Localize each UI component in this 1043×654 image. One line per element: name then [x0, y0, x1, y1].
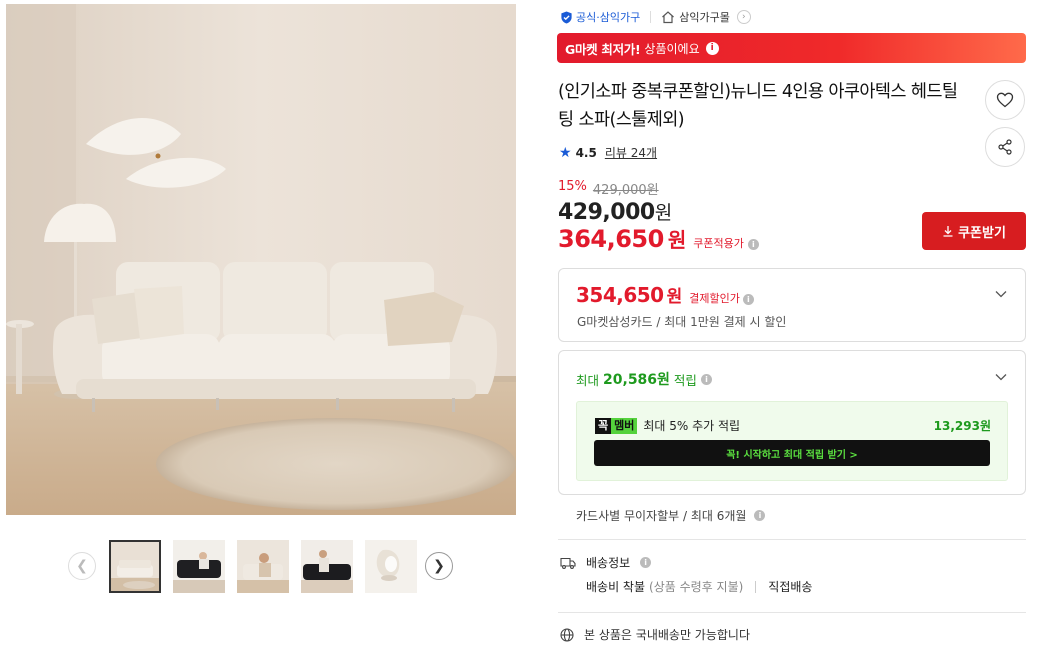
- official-seller-link[interactable]: 공식·삼익가구: [560, 9, 640, 25]
- promo-bold: G마켓 최저가!: [565, 41, 641, 57]
- info-icon[interactable]: i: [700, 373, 712, 385]
- thumbnail-person-sitting[interactable]: [237, 540, 289, 593]
- member-points-box: 꼭 멤버 최대 5% 추가 적립 13,293원 꼭! 시작하고 최대 적립 받기…: [576, 401, 1008, 481]
- global-shipping-notice: 본 상품은 국내배송만 가능합니다: [560, 626, 750, 643]
- wishlist-button[interactable]: [985, 80, 1025, 120]
- payment-discount-box[interactable]: 354,650 원 결제할인가 i G마켓삼성카드 / 최대 1만원 결제 시 …: [558, 268, 1026, 342]
- points-amount: 20,586원: [603, 372, 670, 388]
- review-count-link[interactable]: 리뷰 24개: [605, 144, 657, 161]
- thumbnail-next-button[interactable]: ❯: [425, 552, 453, 580]
- info-icon[interactable]: i: [754, 510, 766, 521]
- shield-check-icon: [561, 10, 572, 24]
- truck-icon: [560, 557, 576, 569]
- store-link[interactable]: 삼익가구몰 ›: [661, 9, 751, 25]
- sale-price-unit: 원: [654, 202, 672, 224]
- thumbnail-person-dark[interactable]: [301, 540, 353, 593]
- store-label: 삼익가구몰: [679, 11, 730, 24]
- thumbnail-fabric-water[interactable]: [365, 540, 417, 593]
- thumbnail-prev-button[interactable]: ❮: [68, 552, 96, 580]
- divider: [558, 612, 1026, 613]
- points-box: 최대 20,586원 적립 i 꼭 멤버 최대 5% 추가 적립 13,293원 …: [558, 350, 1026, 495]
- original-price: 429,000원: [592, 183, 659, 198]
- thumbnail-sofa-dark-person[interactable]: [173, 540, 225, 593]
- divider: [650, 11, 652, 23]
- thumbnail-image: [109, 540, 161, 593]
- info-icon[interactable]: i: [747, 239, 759, 250]
- coupon-price: 364,650 원 쿠폰적용가 i: [558, 224, 759, 253]
- info-icon[interactable]: i: [705, 41, 719, 55]
- rating-score: 4.5: [575, 145, 597, 160]
- member-points-row: 꼭 멤버 최대 5% 추가 적립 13,293원: [595, 417, 991, 434]
- points-header[interactable]: 최대 20,586원 적립 i: [576, 369, 712, 389]
- thumbnail-image: [237, 540, 289, 593]
- promo-text: 상품이에요: [644, 41, 700, 56]
- product-main-image[interactable]: [6, 4, 516, 515]
- heart-icon: [996, 92, 1014, 108]
- share-icon: [998, 139, 1012, 155]
- divider: [558, 539, 1026, 540]
- payment-price-value: 354,650: [576, 283, 664, 307]
- member-badge: 꼭 멤버: [595, 417, 638, 434]
- globe-icon: [560, 627, 574, 642]
- product-title: (인기소파 중복쿠폰할인)뉴니드 4인용 아쿠아텍스 헤드틸팅 소파(스툴제외): [558, 82, 958, 130]
- discount-row: 15% 429,000원: [558, 179, 659, 198]
- member-signup-button[interactable]: 꼭! 시작하고 최대 적립 받기 >: [594, 440, 990, 466]
- info-icon[interactable]: i: [640, 557, 652, 568]
- shipping-fee-note: (상품 수령후 지불): [649, 580, 744, 594]
- coupon-price-unit: 원: [667, 228, 687, 252]
- shipping-details: 배송비 착불 (상품 수령후 지불) 직접배송: [586, 578, 812, 595]
- sale-price-value: 429,000: [558, 200, 655, 225]
- share-button[interactable]: [985, 127, 1025, 167]
- thumbnail-sofa-front[interactable]: [109, 540, 161, 593]
- member-points-amount: 13,293원: [933, 419, 991, 433]
- global-notice-text: 본 상품은 국내배송만 가능합니다: [584, 628, 751, 642]
- payment-price-unit: 원: [666, 287, 683, 307]
- shipping-header: 배송정보 i: [560, 554, 652, 571]
- rating-row: ★ 4.5 리뷰 24개: [559, 144, 657, 161]
- shipping-fee: 배송비 착불: [586, 580, 646, 594]
- chevron-right-icon: ❯: [433, 558, 445, 574]
- thumbnail-image: [365, 540, 417, 593]
- thumbnail-strip: ❮ ❯: [66, 540, 456, 596]
- shipping-method: 직접배송: [768, 580, 813, 594]
- points-suffix: 적립: [673, 372, 697, 388]
- official-seller-label: 공식·삼익가구: [576, 11, 641, 24]
- payment-price: 354,650 원 결제할인가 i: [576, 282, 754, 307]
- lowest-price-banner[interactable]: G마켓 최저가! 상품이에요 i: [557, 33, 1026, 63]
- thumbnail-image: [173, 540, 225, 593]
- installment-info: 카드사별 무이자할부 / 최대 6개월 i: [576, 507, 766, 524]
- product-page: ❮ ❯ 공식·삼익가구 삼익가구몰 › G마켓 최저가! 상품이에요 i (인기…: [0, 0, 1043, 654]
- shipping-title: 배송정보: [586, 556, 631, 570]
- chevron-down-icon[interactable]: [995, 371, 1007, 383]
- star-icon: ★: [559, 144, 572, 161]
- installment-text: 카드사별 무이자할부 / 최대 6개월: [576, 509, 747, 523]
- download-icon: [943, 226, 953, 237]
- discount-rate: 15%: [558, 179, 587, 194]
- coupon-price-label: 쿠폰적용가: [693, 237, 744, 250]
- chevron-right-icon: ›: [736, 10, 751, 24]
- get-coupon-button[interactable]: 쿠폰받기: [922, 212, 1026, 250]
- member-points-text: 최대 5% 추가 적립: [643, 419, 741, 433]
- points-prefix: 최대: [576, 372, 600, 388]
- divider: [755, 580, 757, 593]
- thumbnail-image: [301, 540, 353, 593]
- info-icon[interactable]: i: [742, 294, 754, 305]
- chevron-left-icon: ❮: [76, 558, 88, 574]
- member-badge-b: 멤버: [611, 417, 638, 434]
- coupon-price-value: 364,650: [558, 225, 664, 253]
- chevron-down-icon[interactable]: [995, 288, 1007, 300]
- payment-description: G마켓삼성카드 / 최대 1만원 결제 시 할인: [577, 315, 787, 329]
- seller-row: 공식·삼익가구 삼익가구몰 ›: [560, 8, 751, 26]
- payment-price-label: 결제할인가: [689, 292, 740, 305]
- get-coupon-label: 쿠폰받기: [958, 225, 1006, 241]
- sofa-illustration: [6, 4, 516, 515]
- sale-price: 429,000원: [558, 198, 672, 225]
- home-icon: [662, 11, 675, 24]
- member-badge-a: 꼭: [595, 417, 612, 434]
